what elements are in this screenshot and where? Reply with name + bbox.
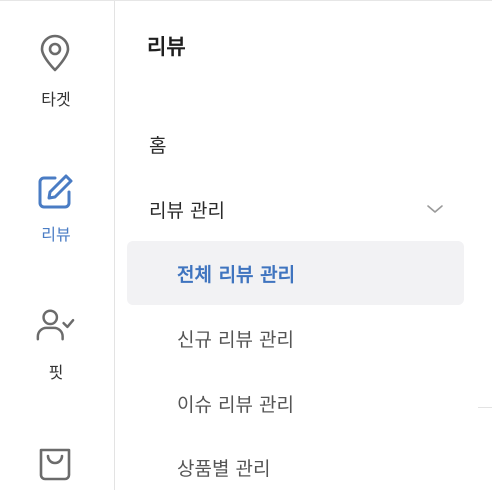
shopping-bag-icon — [35, 441, 75, 481]
rail-item-target[interactable]: 타겟 — [0, 1, 114, 111]
edit-icon — [35, 172, 75, 212]
chevron-down-icon[interactable] — [425, 199, 445, 219]
submenu-item-product-management[interactable]: 상품별 관리 — [177, 454, 270, 481]
menu-item-home[interactable]: 홈 — [149, 131, 166, 158]
review-menu: 리뷰 홈 리뷰 관리 전체 리뷰 관리 신규 리뷰 관리 이슈 리뷰 관리 상품… — [115, 1, 492, 490]
content-edge-line — [478, 407, 492, 408]
submenu-item-all-reviews[interactable]: 전체 리뷰 관리 — [177, 260, 295, 287]
app-root: 타겟 리뷰 핏 리뷰 홈 리뷰 관리 전체 리뷰 관리 신규 리뷰 관리 이슈 … — [0, 0, 492, 490]
rail-label-target: 타겟 — [41, 90, 71, 109]
rail-item-shop[interactable] — [0, 331, 114, 481]
rail-item-review[interactable]: 리뷰 — [0, 111, 114, 244]
location-pin-icon — [35, 33, 75, 73]
menu-title: 리뷰 — [147, 35, 186, 59]
submenu-item-issue-reviews[interactable]: 이슈 리뷰 관리 — [177, 390, 294, 417]
rail-item-fit[interactable]: 핏 — [0, 221, 114, 382]
submenu-item-new-reviews[interactable]: 신규 리뷰 관리 — [177, 325, 294, 352]
menu-item-review-management[interactable]: 리뷰 관리 — [149, 196, 225, 223]
icon-rail: 타겟 리뷰 핏 — [0, 1, 114, 490]
